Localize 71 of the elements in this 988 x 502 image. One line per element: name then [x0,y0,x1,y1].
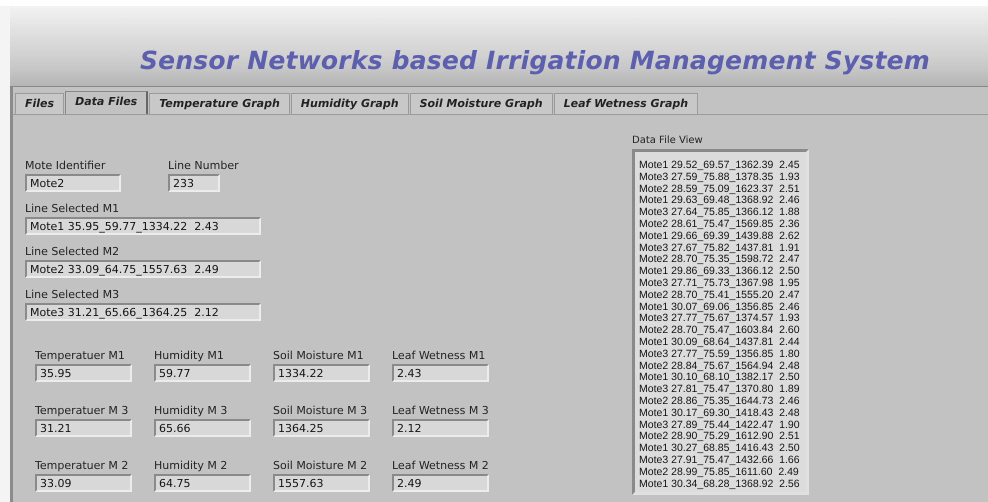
text-field[interactable]: 64.75 [154,474,251,492]
data-line: Mote1 29.52_69.57_1362.39 2.45 [639,160,800,172]
tab[interactable]: Leaf Wetness Graph [554,93,698,114]
data-line: Mote3 27.59_75.88_1378.35 1.93 [639,172,800,184]
text-field[interactable]: 1557.63 [273,474,370,492]
data-line: Mote2 28.90_75.29_1612.90 2.51 [639,431,800,444]
text-field[interactable]: Mote2 [25,174,121,192]
data-line: Mote2 28.70_75.41_1555.20 2.47 [639,290,800,302]
app-title: Sensor Networks based Irrigation Management System [140,46,930,74]
data-line: Mote2 28.86_75.35_1644.73 2.46 [639,396,800,408]
tab[interactable]: Temperature Graph [149,93,290,114]
data-line: Mote1 29.66_69.39_1439.88 2.62 [639,230,800,243]
tab[interactable]: Humidity Graph [290,93,409,114]
data-line: Mote1 29.63_69.48_1368.92 2.46 [639,195,800,208]
data-line: Mote2 28.61_75.47_1569.85 2.36 [639,218,800,231]
data-line: Mote3 27.67_75.82_1437.81 1.91 [639,242,800,254]
field-label: Soil Moisture M1 [273,349,365,362]
text-field[interactable]: 35.95 [35,364,132,382]
data-line: Mote1 30.07_69.06_1356.85 2.46 [639,302,800,314]
text-field[interactable]: 2.12 [392,419,489,437]
field-label: Soil Moisture M 3 [273,404,368,417]
text-field[interactable]: Mote3 31.21_65.66_1364.25 2.12 [25,303,261,321]
text-field[interactable]: 2.49 [392,474,489,492]
field-label: Temperatuer M1 [35,349,126,362]
data-line: Mote1 30.17_69.30_1418.43 2.48 [639,408,800,420]
text-field[interactable]: 59.77 [154,364,251,382]
text-field[interactable]: 1364.25 [273,419,370,437]
data-line: Mote3 27.71_75.73_1367.98 1.95 [639,278,800,290]
data-file-view[interactable] [632,149,809,496]
field-label: Temperatuer M 2 [35,459,130,472]
data-line: Mote3 27.89_75.44_1422.47 1.90 [639,420,800,432]
field-label: Line Number [168,159,239,172]
tab[interactable]: Soil Moisture Graph [410,93,553,114]
field-label: Leaf Wetness M 2 [392,459,489,472]
text-field[interactable]: 2.43 [392,364,489,382]
data-line: Mote3 27.64_75.85_1366.12 1.88 [639,207,800,219]
field-label: Humidity M1 [154,349,225,362]
data-line: Mote2 28.59_75.09_1623.37 2.51 [639,184,800,196]
text-field[interactable]: 233 [168,174,220,192]
data-line: Mote1 30.34_68.28_1368.92 2.56 [639,478,800,490]
text-field[interactable]: Mote2 33.09_64.75_1557.63 2.49 [25,260,261,278]
field-label: Mote Identifier [25,159,106,172]
data-line: Mote1 30.10_68.10_1382.17 2.50 [639,372,800,384]
field-label: Soil Moisture M 2 [273,459,368,472]
text-field[interactable]: 33.09 [35,474,132,492]
field-label: Leaf Wetness M 3 [392,404,489,417]
field-label: Leaf Wetness M1 [392,349,486,362]
field-label: Line Selected M3 [25,288,120,301]
data-line: Mote1 30.27_68.85_1416.43 2.50 [639,443,800,455]
data-line: Mote3 27.77_75.67_1374.57 1.93 [639,313,800,326]
tab[interactable]: Data Files [65,91,148,114]
text-field[interactable]: Mote1 35.95_59.77_1334.22 2.43 [25,217,261,235]
data-line: Mote1 29.86_69.33_1366.12 2.50 [639,266,800,278]
field-label: Humidity M 2 [154,459,228,472]
field-label: Line Selected M1 [25,202,120,215]
text-field[interactable]: 31.21 [35,419,132,437]
text-field[interactable]: 65.66 [154,419,251,437]
data-line: Mote2 28.70_75.35_1598.72 2.47 [639,254,800,266]
data-line: Mote3 27.77_75.59_1356.85 1.80 [639,348,800,361]
field-label: Temperatuer M 3 [35,404,130,417]
data-file-view-label: Data File View [632,135,704,146]
text-field[interactable]: 1334.22 [273,364,370,382]
field-label: Line Selected M2 [25,245,120,258]
data-line: Mote3 27.81_75.47_1370.80 1.89 [639,384,800,396]
data-line: Mote1 30.09_68.64_1437.81 2.44 [639,336,800,349]
data-line: Mote3 27.91_75.47_1432.66 1.66 [639,454,800,467]
data-line: Mote2 28.70_75.47_1603.84 2.60 [639,325,800,337]
tab[interactable]: Files [15,93,64,114]
field-label: Humidity M 3 [154,404,228,417]
data-line: Mote2 28.99_75.85_1611.60 2.49 [639,466,800,479]
data-line: Mote2 28.84_75.67_1564.94 2.48 [639,360,800,372]
